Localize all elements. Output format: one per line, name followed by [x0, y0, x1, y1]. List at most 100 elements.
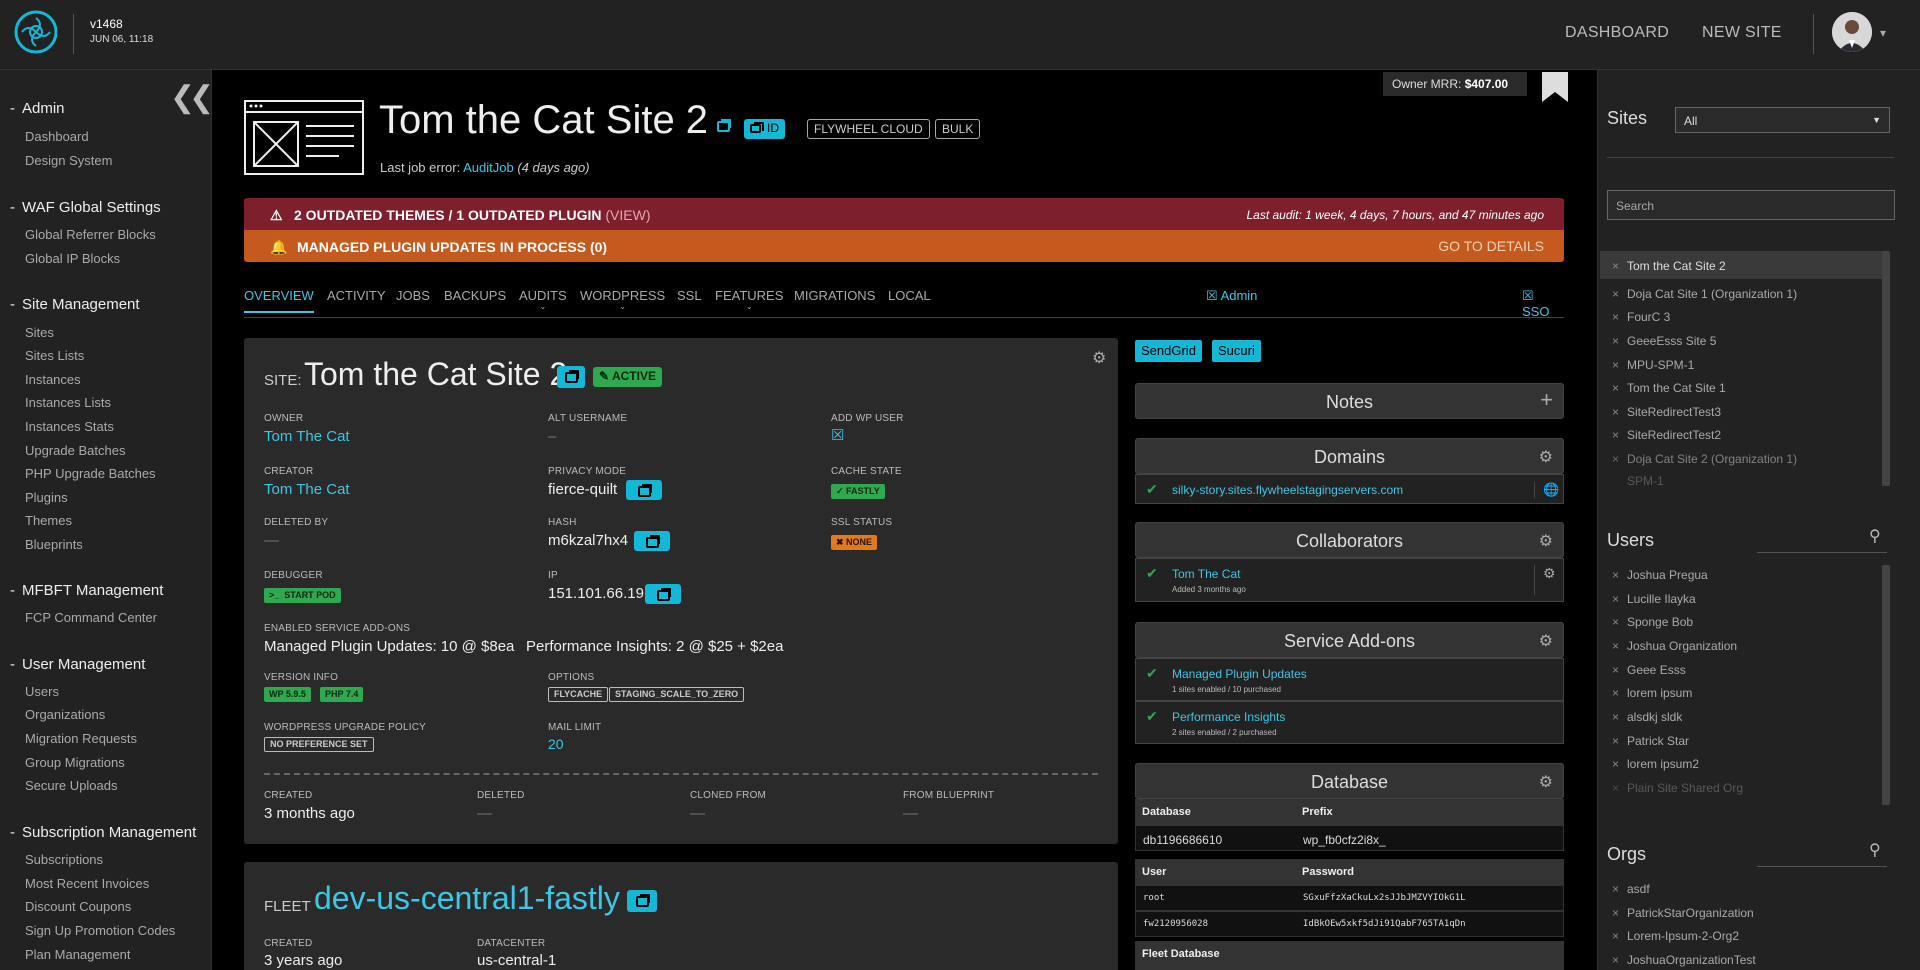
addon-link[interactable]: Performance Insights [1172, 710, 1285, 724]
sidebar-item-design-system[interactable]: Design System [25, 153, 112, 168]
tab-activity[interactable]: ACTIVITY [327, 288, 386, 311]
sidebar-item-sites-lists[interactable]: Sites Lists [25, 348, 84, 363]
org-list-item[interactable]: asdf [1612, 882, 1649, 896]
sidebar-item-upgrade-batches[interactable]: Upgrade Batches [25, 443, 125, 458]
orgs-search-input[interactable] [1757, 866, 1887, 867]
copy-ip-button[interactable] [645, 584, 681, 604]
sidebar-item-sites[interactable]: Sites [25, 325, 54, 340]
users-search-input[interactable] [1757, 552, 1887, 553]
plus-icon[interactable]: + [1540, 387, 1553, 413]
user-list-item[interactable]: Joshua Pregua [1612, 568, 1708, 582]
flywheel-logo-icon[interactable] [14, 10, 58, 54]
user-list-item[interactable]: Geee Esss [1612, 663, 1686, 677]
user-list-item[interactable]: Plain Site Shared Org [1612, 781, 1743, 795]
tab-jobs[interactable]: JOBS [396, 288, 430, 311]
gear-icon[interactable]: ⚙ [1539, 447, 1553, 467]
creator-link[interactable]: Tom The Cat [264, 481, 350, 498]
bookmark-icon[interactable] [1542, 72, 1568, 102]
tab-audits[interactable]: AUDITS ⌄ [519, 288, 567, 319]
tab-backups[interactable]: BACKUPS [444, 288, 506, 311]
user-list-item[interactable]: Joshua Organization [1612, 639, 1737, 653]
sidebar-item-themes[interactable]: Themes [25, 513, 72, 528]
user-list-item[interactable]: Lucille Ilayka [1612, 592, 1696, 606]
gear-icon[interactable]: ⚙ [1539, 772, 1553, 792]
search-icon[interactable]: ⚲ [1869, 840, 1881, 860]
sidebar-item-instances-stats[interactable]: Instances Stats [25, 419, 114, 434]
user-list-item[interactable]: alsdkj sldk [1612, 710, 1682, 724]
user-avatar[interactable] [1832, 12, 1872, 52]
domain-link[interactable]: silky-story.sites.flywheelstagingservers… [1172, 483, 1403, 497]
sidebar-item-sign-up-promotion-codes[interactable]: Sign Up Promotion Codes [25, 923, 175, 938]
site-list-item[interactable]: FourC 3 [1612, 310, 1670, 324]
user-list-item[interactable]: lorem ipsum2 [1612, 757, 1699, 771]
sidebar-item-secure-uploads[interactable]: Secure Uploads [25, 778, 118, 793]
sidebar-section-user-management[interactable]: User Management [10, 656, 145, 673]
tab-wordpress[interactable]: WORDPRESS ⌄ [580, 288, 665, 319]
sidebar-section-mfbft[interactable]: MFBFT Management [10, 582, 163, 599]
id-badge[interactable]: ID [744, 119, 785, 139]
site-list-item[interactable]: SPM-1 [1627, 474, 1664, 486]
go-to-details-link[interactable]: GO TO DETAILS [1438, 238, 1544, 254]
sites-search-input[interactable]: Search [1607, 190, 1895, 220]
chevron-down-icon[interactable]: ▾ [1880, 26, 1886, 40]
sidebar-section-admin[interactable]: Admin [10, 100, 65, 117]
site-list-item[interactable]: GeeeEsss Site 5 [1612, 334, 1716, 348]
tab-overview[interactable]: OVERVIEW [244, 288, 314, 313]
tab-local[interactable]: LOCAL [888, 288, 931, 311]
globe-icon[interactable]: 🌐 [1534, 482, 1559, 498]
admin-link[interactable]: ☒ Admin [1206, 288, 1257, 304]
gear-icon[interactable]: ⚙ [1534, 565, 1556, 595]
owner-link[interactable]: Tom The Cat [264, 428, 350, 445]
gear-icon[interactable]: ⚙ [1092, 348, 1106, 368]
fleet-name-link[interactable]: dev-us-central1-fastly [314, 880, 620, 917]
start-pod-button[interactable]: >_ START POD [264, 588, 341, 603]
user-list-item[interactable]: lorem ipsum [1612, 686, 1692, 700]
sidebar-item-group-migrations[interactable]: Group Migrations [25, 755, 125, 770]
sidebar-item-subscriptions[interactable]: Subscriptions [25, 852, 103, 867]
sidebar-section-subscription-management[interactable]: Subscription Management [10, 824, 196, 841]
sidebar-item-instances-lists[interactable]: Instances Lists [25, 395, 111, 410]
sidebar-item-global-referrer-blocks[interactable]: Global Referrer Blocks [25, 227, 156, 242]
tab-migrations[interactable]: MIGRATIONS [794, 288, 875, 311]
site-list-item[interactable]: Doja Cat Site 2 (Organization 1) [1612, 452, 1797, 466]
sidebar-item-instances[interactable]: Instances [25, 372, 81, 387]
site-list-item[interactable]: MPU-SPM-1 [1612, 358, 1694, 372]
search-icon[interactable]: ⚲ [1869, 526, 1881, 546]
site-list-item[interactable]: SiteRedirectTest3 [1612, 405, 1721, 419]
user-list-item[interactable]: Patrick Star [1612, 734, 1689, 748]
site-list-item[interactable]: SiteRedirectTest2 [1612, 428, 1721, 442]
nav-dashboard[interactable]: DASHBOARD [1565, 24, 1669, 42]
site-list-item[interactable]: Tom the Cat Site 2 [1612, 259, 1726, 273]
sso-link[interactable]: ☒ SSO [1522, 288, 1564, 319]
addon-link[interactable]: Managed Plugin Updates [1172, 667, 1307, 681]
sites-scrollbar[interactable] [1882, 251, 1890, 486]
sidebar-item-php-upgrade-batches[interactable]: PHP Upgrade Batches [25, 466, 156, 481]
sites-filter-select[interactable]: All ▼ [1675, 107, 1890, 133]
copy-hash-button[interactable] [634, 531, 670, 551]
org-list-item[interactable]: JoshuaOrganizationTest [1612, 953, 1756, 967]
site-list-item[interactable]: Tom the Cat Site 1 [1612, 381, 1726, 395]
copy-icon[interactable] [717, 118, 731, 136]
view-link[interactable]: (VIEW) [605, 207, 650, 223]
sidebar-section-site-management[interactable]: Site Management [10, 296, 140, 313]
org-list-item[interactable]: Lorem-Ipsum-2-Org2 [1612, 929, 1739, 943]
copy-privacy-button[interactable] [626, 480, 662, 500]
sidebar-item-most-recent-invoices[interactable]: Most Recent Invoices [25, 876, 149, 891]
sidebar-item-plan-management[interactable]: Plan Management [25, 947, 131, 962]
sidebar-item-global-ip-blocks[interactable]: Global IP Blocks [25, 251, 120, 266]
copy-fleet-button[interactable] [627, 890, 657, 912]
tab-features[interactable]: FEATURES ⌄ [715, 288, 783, 319]
sucuri-button[interactable]: Sucuri [1212, 340, 1261, 362]
mail-limit-value[interactable]: 20 [548, 736, 564, 752]
sidebar-item-fcp-command-center[interactable]: FCP Command Center [25, 610, 157, 625]
tab-ssl[interactable]: SSL [677, 288, 702, 311]
collaborator-link[interactable]: Tom The Cat [1172, 567, 1240, 581]
collapse-sidebar-icon[interactable]: ❮❮ [170, 80, 214, 115]
users-scrollbar[interactable] [1882, 565, 1890, 805]
sidebar-section-waf[interactable]: WAF Global Settings [10, 199, 161, 216]
copy-site-name-button[interactable] [557, 366, 585, 388]
sidebar-item-users[interactable]: Users [25, 684, 59, 699]
sidebar-item-blueprints[interactable]: Blueprints [25, 537, 83, 552]
sidebar-item-migration-requests[interactable]: Migration Requests [25, 731, 137, 746]
gear-icon[interactable]: ⚙ [1539, 631, 1553, 651]
